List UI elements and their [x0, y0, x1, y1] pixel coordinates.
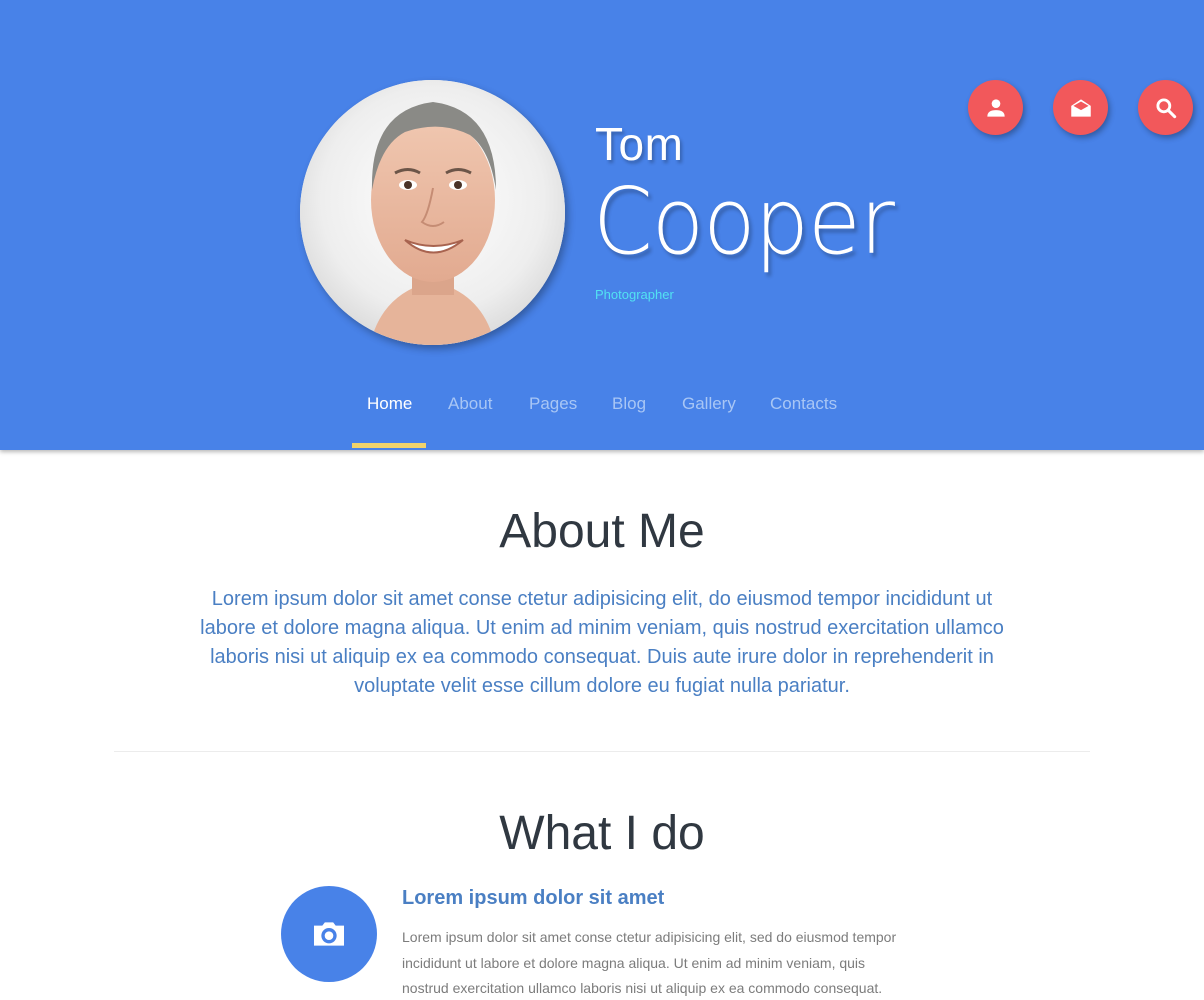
nav-item-blog[interactable]: Blog — [612, 394, 646, 414]
search-button[interactable] — [1138, 80, 1193, 135]
active-nav-indicator — [352, 443, 426, 448]
user-icon — [986, 98, 1005, 117]
nav-item-pages[interactable]: Pages — [529, 394, 577, 414]
camera-icon — [314, 922, 344, 946]
nav-item-about[interactable]: About — [448, 394, 492, 414]
search-icon — [1155, 97, 1176, 118]
profile-avatar — [300, 80, 565, 345]
nav-item-gallery[interactable]: Gallery — [682, 394, 736, 414]
main-nav: Home About Pages Blog Gallery Contacts — [0, 380, 1204, 450]
portrait-image — [300, 80, 565, 345]
site-header: Tom Cooper Photographer Home About Pages… — [0, 0, 1204, 450]
nav-item-contacts[interactable]: Contacts — [770, 394, 837, 414]
profile-last-name: Cooper — [593, 168, 895, 275]
profile-first-name: Tom — [595, 118, 684, 170]
what-i-do-heading: What I do — [499, 807, 705, 860]
profile-button[interactable] — [968, 80, 1023, 135]
profile-role: Photographer — [595, 287, 674, 302]
mail-icon — [1070, 98, 1091, 117]
service-icon-badge — [281, 886, 377, 982]
about-paragraph: Lorem ipsum dolor sit amet conse ctetur … — [200, 588, 1004, 697]
about-heading: About Me — [499, 505, 705, 558]
nav-item-home[interactable]: Home — [367, 394, 412, 414]
mail-button[interactable] — [1053, 80, 1108, 135]
service-title: Lorem ipsum dolor sit amet — [402, 887, 665, 909]
section-divider — [114, 751, 1090, 752]
service-description: Lorem ipsum dolor sit amet conse ctetur … — [402, 929, 897, 996]
